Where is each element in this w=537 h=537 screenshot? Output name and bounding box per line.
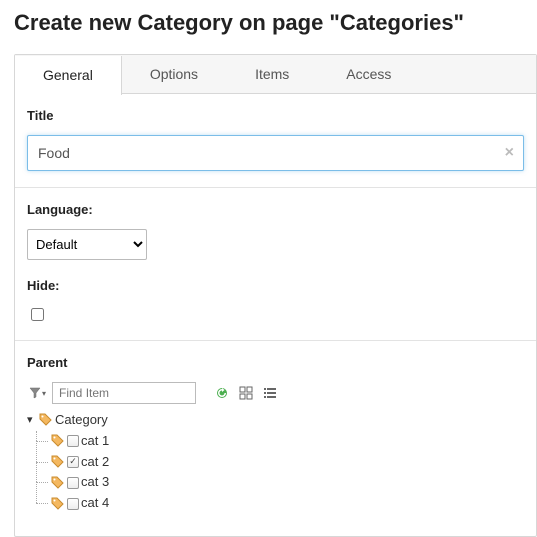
hide-label: Hide: xyxy=(27,278,524,293)
tree-item[interactable]: cat 3 xyxy=(33,472,307,493)
title-label: Title xyxy=(27,108,524,123)
tab-general[interactable]: General xyxy=(15,56,122,95)
tree-toggle-icon[interactable]: ▾ xyxy=(27,412,37,430)
page-title: Create new Category on page "Categories" xyxy=(14,10,537,36)
expand-all-icon[interactable] xyxy=(238,385,254,401)
list-view-icon[interactable] xyxy=(262,385,278,401)
tree-item-label: cat 1 xyxy=(81,431,109,452)
parent-toolbar: ▾ xyxy=(27,382,524,404)
tab-items[interactable]: Items xyxy=(227,55,318,93)
clear-title-icon[interactable]: × xyxy=(505,144,514,162)
tab-bar: General Options Items Access xyxy=(15,55,536,94)
language-select[interactable]: Default xyxy=(27,229,147,260)
filter-icon[interactable]: ▾ xyxy=(27,385,48,401)
tree-item[interactable]: cat 4 xyxy=(33,493,307,514)
section-language-hide: Language: Default Hide: xyxy=(15,188,536,341)
find-item-input[interactable] xyxy=(52,382,196,404)
tree-item-label: cat 3 xyxy=(81,472,109,493)
hide-checkbox[interactable] xyxy=(31,308,44,321)
tab-options[interactable]: Options xyxy=(122,55,227,93)
refresh-icon[interactable] xyxy=(214,385,230,401)
tag-icon xyxy=(51,434,65,448)
tab-access[interactable]: Access xyxy=(318,55,420,93)
tree-root-label: Category xyxy=(55,410,108,431)
parent-label: Parent xyxy=(27,355,524,370)
tree-item-label: cat 2 xyxy=(81,452,109,473)
section-title: Title × xyxy=(15,94,536,188)
parent-tree: ▾ Category cat 1✓cat 2cat 3cat 4 xyxy=(27,410,307,520)
tree-item-checkbox[interactable] xyxy=(67,435,79,447)
title-input[interactable] xyxy=(27,135,524,171)
tag-icon xyxy=(51,497,65,511)
language-label: Language: xyxy=(27,202,524,217)
tag-icon xyxy=(39,413,53,427)
section-parent: Parent ▾ ▾ Catego xyxy=(15,341,536,536)
tree-item-checkbox[interactable]: ✓ xyxy=(67,456,79,468)
tag-icon xyxy=(51,476,65,490)
tree-item-checkbox[interactable] xyxy=(67,477,79,489)
tree-item[interactable]: cat 1 xyxy=(33,431,307,452)
tree-item-checkbox[interactable] xyxy=(67,498,79,510)
tree-root[interactable]: ▾ Category xyxy=(27,410,307,431)
tree-item[interactable]: ✓cat 2 xyxy=(33,452,307,473)
form-panel: General Options Items Access Title × Lan… xyxy=(14,54,537,537)
tree-item-label: cat 4 xyxy=(81,493,109,514)
tag-icon xyxy=(51,455,65,469)
